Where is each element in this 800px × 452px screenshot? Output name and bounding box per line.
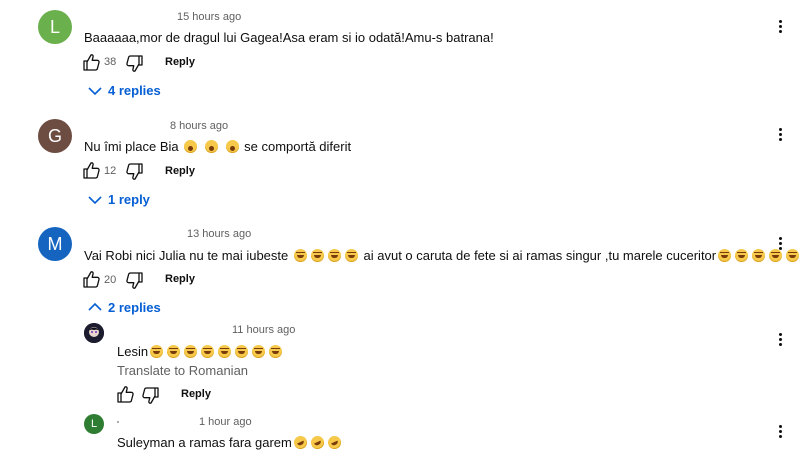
laughing-face-icon <box>201 345 215 358</box>
comment-text: Vai Robi nici Julia nu te mai iubeste ai… <box>84 248 800 263</box>
astonished-face-icon <box>204 140 218 153</box>
laughing-face-icon <box>344 249 358 262</box>
comment-text-part: ai avut o caruta de fete si ai ramas sin… <box>359 248 717 263</box>
comment-timestamp[interactable]: 15 hours ago <box>177 11 241 23</box>
avatar[interactable]: L <box>84 414 104 434</box>
dislike-icon[interactable] <box>126 161 145 181</box>
like-count: 12 <box>104 165 117 177</box>
avatar-image-icon <box>84 323 104 343</box>
laughing-face-icon <box>327 249 341 262</box>
avatar[interactable]: L <box>38 10 72 44</box>
chevron-down-icon[interactable] <box>87 84 103 98</box>
reply-button[interactable]: Reply <box>181 388 211 400</box>
laughing-face-icon <box>218 345 232 358</box>
more-actions-icon[interactable] <box>779 20 783 35</box>
comment-text-part: Vai Robi nici Julia nu te mai iubeste <box>84 248 289 263</box>
comment-text-part: Nu îmi place Bia <box>84 139 179 154</box>
comment-timestamp[interactable]: 13 hours ago <box>187 228 251 240</box>
avatar[interactable]: M <box>38 227 72 261</box>
hide-replies-button[interactable]: 2 replies <box>108 300 161 315</box>
avatar-letter: L <box>90 418 98 430</box>
comment-text-part: se comportă diferit <box>244 139 352 154</box>
laughing-face-icon <box>269 345 283 358</box>
like-icon[interactable] <box>82 161 101 181</box>
rolling-laughing-face-icon <box>325 433 343 452</box>
view-replies-button[interactable]: 4 replies <box>108 83 161 98</box>
dislike-icon[interactable] <box>142 385 161 405</box>
laughing-face-icon <box>310 249 324 262</box>
laughing-face-icon <box>735 249 749 262</box>
laughing-face-icon <box>184 345 198 358</box>
reply-text-part: Lesin <box>117 344 149 359</box>
reply-text-part: Suleyman a ramas fara garem <box>117 435 292 450</box>
dislike-icon[interactable] <box>126 270 145 290</box>
author-dot <box>117 421 119 423</box>
astonished-face-icon <box>184 140 198 153</box>
translate-link[interactable]: Translate to Romanian <box>117 363 248 378</box>
reply-text: Suleyman a ramas fara garem <box>117 433 343 452</box>
comment-text: Baaaaaa,mor de dragul lui Gagea!Asa eram… <box>84 30 494 45</box>
laughing-face-icon <box>293 249 307 262</box>
more-actions-icon[interactable] <box>779 237 783 252</box>
avatar-letter: G <box>47 125 62 146</box>
more-actions-icon[interactable] <box>779 333 783 348</box>
comment-timestamp[interactable]: 8 hours ago <box>170 120 228 132</box>
laughing-face-icon <box>786 249 800 262</box>
reply-text: Lesin <box>117 344 284 359</box>
laughing-face-icon <box>150 345 164 358</box>
astonished-face-icon <box>225 140 239 153</box>
avatar[interactable] <box>84 323 104 343</box>
laughing-face-icon <box>718 249 732 262</box>
laughing-face-icon <box>167 345 181 358</box>
laughing-face-icon <box>252 345 266 358</box>
reply-timestamp[interactable]: 11 hours ago <box>232 324 295 336</box>
avatar[interactable]: G <box>38 119 72 153</box>
chevron-up-icon[interactable] <box>87 300 103 314</box>
laughing-face-icon <box>235 345 249 358</box>
reply-button[interactable]: Reply <box>165 165 195 177</box>
like-count: 38 <box>104 56 117 68</box>
like-count: 20 <box>104 274 117 286</box>
dislike-icon[interactable] <box>126 53 145 73</box>
reply-button[interactable]: Reply <box>165 56 195 68</box>
reply-button[interactable]: Reply <box>165 273 195 285</box>
avatar-letter: M <box>47 233 63 254</box>
laughing-face-icon <box>752 249 766 262</box>
chevron-down-icon[interactable] <box>87 193 103 207</box>
rolling-laughing-face-icon <box>291 433 309 452</box>
more-actions-icon[interactable] <box>779 128 783 143</box>
reply-timestamp[interactable]: 1 hour ago <box>199 416 252 428</box>
like-icon[interactable] <box>82 270 101 290</box>
more-actions-icon[interactable] <box>779 425 783 440</box>
avatar-letter: L <box>49 16 60 37</box>
like-icon[interactable] <box>116 385 135 405</box>
view-replies-button[interactable]: 1 reply <box>108 192 150 207</box>
rolling-laughing-face-icon <box>308 433 326 452</box>
like-icon[interactable] <box>82 53 101 73</box>
comment-text: Nu îmi place Bia se comportă diferit <box>84 139 351 154</box>
